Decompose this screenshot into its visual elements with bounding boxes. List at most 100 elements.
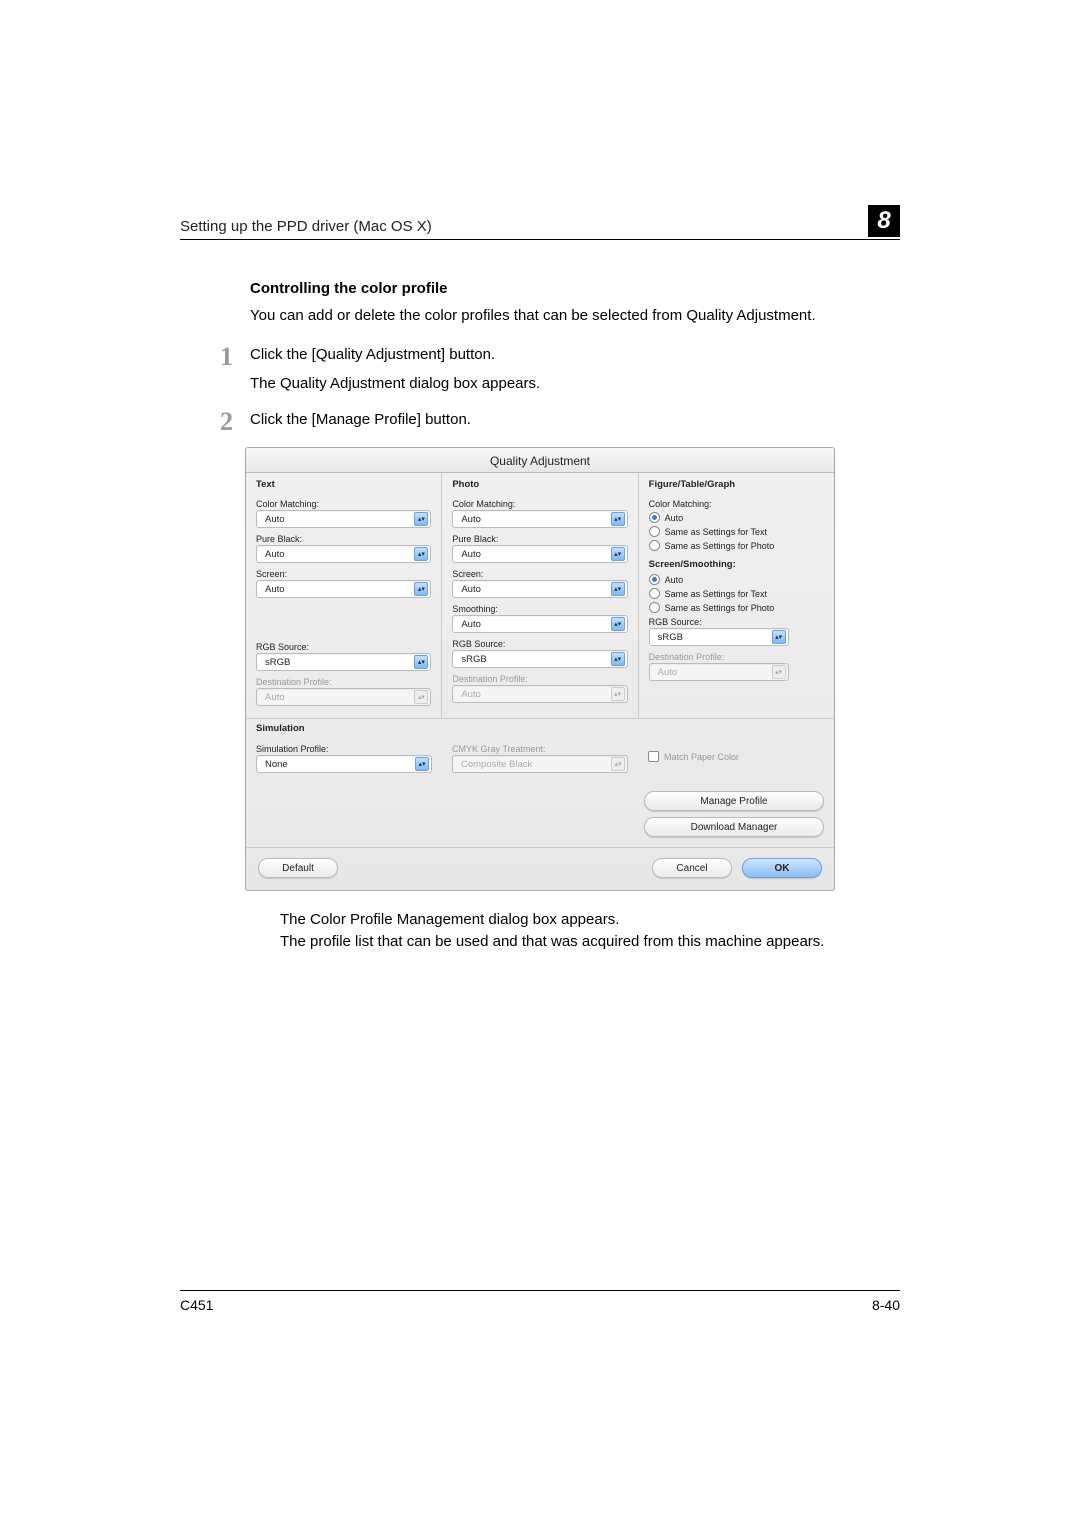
step-2: 2 Click the [Manage Profile] button. xyxy=(250,409,900,435)
quality-adjustment-dialog: Quality Adjustment Text Color Matching: … xyxy=(245,447,835,891)
step-1-number: 1 xyxy=(220,344,250,370)
text-dest-profile-select: Auto ▴▾ xyxy=(256,688,431,706)
photo-rgb-source-label: RGB Source: xyxy=(452,639,627,649)
tab-text-label: Text xyxy=(256,479,431,493)
radio-icon xyxy=(649,512,660,523)
simulation-profile-select[interactable]: None ▴▾ xyxy=(256,755,432,773)
photo-smoothing-label: Smoothing: xyxy=(452,604,627,614)
header-path: Setting up the PPD driver (Mac OS X) xyxy=(180,218,432,235)
chapter-number: 8 xyxy=(868,205,900,237)
photo-smoothing-value: Auto xyxy=(461,619,481,630)
page-header: Setting up the PPD driver (Mac OS X) 8 xyxy=(180,205,900,240)
stepper-icon: ▴▾ xyxy=(414,690,428,704)
ftg-ss-same-text-label: Same as Settings for Text xyxy=(665,589,767,599)
stepper-icon: ▴▾ xyxy=(414,655,428,669)
tab-ftg-label: Figure/Table/Graph xyxy=(649,479,824,493)
ftg-cm-same-photo-radio[interactable]: Same as Settings for Photo xyxy=(649,540,824,551)
photo-dest-profile-label: Destination Profile: xyxy=(452,674,627,684)
checkbox-icon xyxy=(648,751,659,762)
column-photo: Photo Color Matching: Auto ▴▾ Pure Black… xyxy=(442,473,638,718)
match-paper-color-label: Match Paper Color xyxy=(664,752,739,762)
default-button[interactable]: Default xyxy=(258,858,338,878)
radio-icon xyxy=(649,602,660,613)
text-pure-black-select[interactable]: Auto ▴▾ xyxy=(256,545,431,563)
photo-rgb-source-value: sRGB xyxy=(461,654,486,665)
photo-pure-black-select[interactable]: Auto ▴▾ xyxy=(452,545,627,563)
ftg-dest-profile-label: Destination Profile: xyxy=(649,652,824,662)
stepper-icon: ▴▾ xyxy=(611,757,625,771)
column-ftg: Figure/Table/Graph Color Matching: Auto … xyxy=(639,473,834,718)
stepper-icon: ▴▾ xyxy=(611,617,625,631)
text-dest-profile-value: Auto xyxy=(265,692,285,703)
intro-paragraph: You can add or delete the color profiles… xyxy=(250,305,900,326)
text-pure-black-value: Auto xyxy=(265,549,285,560)
cmyk-gray-select: Composite Black ▴▾ xyxy=(452,755,628,773)
page-footer: C451 8-40 xyxy=(180,1290,900,1313)
photo-screen-label: Screen: xyxy=(452,569,627,579)
radio-icon xyxy=(649,588,660,599)
stepper-icon: ▴▾ xyxy=(611,547,625,561)
step-1-line2: The Quality Adjustment dialog box appear… xyxy=(250,373,900,396)
ftg-ss-same-photo-label: Same as Settings for Photo xyxy=(665,603,775,613)
photo-dest-profile-value: Auto xyxy=(461,689,481,700)
ftg-rgb-source-label: RGB Source: xyxy=(649,617,824,627)
photo-color-matching-label: Color Matching: xyxy=(452,499,627,509)
step-1: 1 Click the [Quality Adjustment] button.… xyxy=(250,344,900,395)
ftg-cm-same-photo-label: Same as Settings for Photo xyxy=(665,541,775,551)
photo-dest-profile-select: Auto ▴▾ xyxy=(452,685,627,703)
stepper-icon: ▴▾ xyxy=(414,547,428,561)
photo-rgb-source-select[interactable]: sRGB ▴▾ xyxy=(452,650,627,668)
stepper-icon: ▴▾ xyxy=(611,652,625,666)
photo-screen-select[interactable]: Auto ▴▾ xyxy=(452,580,627,598)
after-line1: The Color Profile Management dialog box … xyxy=(280,911,619,928)
text-rgb-source-label: RGB Source: xyxy=(256,642,431,652)
ftg-dest-profile-select: Auto ▴▾ xyxy=(649,663,789,681)
dialog-title: Quality Adjustment xyxy=(246,448,834,473)
manage-profile-label: Manage Profile xyxy=(700,796,767,807)
ftg-dest-profile-value: Auto xyxy=(658,667,678,678)
manage-profile-button[interactable]: Manage Profile xyxy=(644,791,824,811)
ftg-cm-auto-label: Auto xyxy=(665,513,684,523)
match-paper-color-checkbox: Match Paper Color xyxy=(648,751,739,762)
ftg-ss-label: Screen/Smoothing: xyxy=(649,559,824,570)
photo-color-matching-select[interactable]: Auto ▴▾ xyxy=(452,510,627,528)
radio-icon xyxy=(649,526,660,537)
download-manager-label: Download Manager xyxy=(691,822,778,833)
footer-model: C451 xyxy=(180,1297,213,1313)
cmyk-gray-value: Composite Black xyxy=(461,759,532,770)
text-screen-select[interactable]: Auto ▴▾ xyxy=(256,580,431,598)
ftg-ss-same-photo-radio[interactable]: Same as Settings for Photo xyxy=(649,602,824,613)
ftg-rgb-source-value: sRGB xyxy=(658,632,683,643)
stepper-icon: ▴▾ xyxy=(611,582,625,596)
photo-smoothing-select[interactable]: Auto ▴▾ xyxy=(452,615,627,633)
text-rgb-source-select[interactable]: sRGB ▴▾ xyxy=(256,653,431,671)
after-line2: The profile list that can be used and th… xyxy=(280,933,824,950)
photo-color-matching-value: Auto xyxy=(461,514,481,525)
stepper-icon: ▴▾ xyxy=(415,757,429,771)
step-2-line1: Click the [Manage Profile] button. xyxy=(250,411,471,428)
text-color-matching-select[interactable]: Auto ▴▾ xyxy=(256,510,431,528)
stepper-icon: ▴▾ xyxy=(414,582,428,596)
text-screen-value: Auto xyxy=(265,584,285,595)
stepper-icon: ▴▾ xyxy=(414,512,428,526)
cancel-button[interactable]: Cancel xyxy=(652,858,732,878)
cancel-button-label: Cancel xyxy=(676,863,707,874)
ftg-ss-auto-label: Auto xyxy=(665,575,684,585)
radio-icon xyxy=(649,540,660,551)
radio-icon xyxy=(649,574,660,585)
ftg-cm-same-text-radio[interactable]: Same as Settings for Text xyxy=(649,526,824,537)
ftg-rgb-source-select[interactable]: sRGB ▴▾ xyxy=(649,628,789,646)
ftg-ss-auto-radio[interactable]: Auto xyxy=(649,574,824,585)
text-rgb-source-value: sRGB xyxy=(265,657,290,668)
ftg-ss-same-text-radio[interactable]: Same as Settings for Text xyxy=(649,588,824,599)
stepper-icon: ▴▾ xyxy=(611,687,625,701)
default-button-label: Default xyxy=(282,863,314,874)
download-manager-button[interactable]: Download Manager xyxy=(644,817,824,837)
step-2-number: 2 xyxy=(220,409,250,435)
ftg-cm-same-text-label: Same as Settings for Text xyxy=(665,527,767,537)
ftg-cm-auto-radio[interactable]: Auto xyxy=(649,512,824,523)
ok-button-label: OK xyxy=(775,863,790,874)
ok-button[interactable]: OK xyxy=(742,858,822,878)
text-dest-profile-label: Destination Profile: xyxy=(256,677,431,687)
step-1-line1: Click the [Quality Adjustment] button. xyxy=(250,346,495,363)
